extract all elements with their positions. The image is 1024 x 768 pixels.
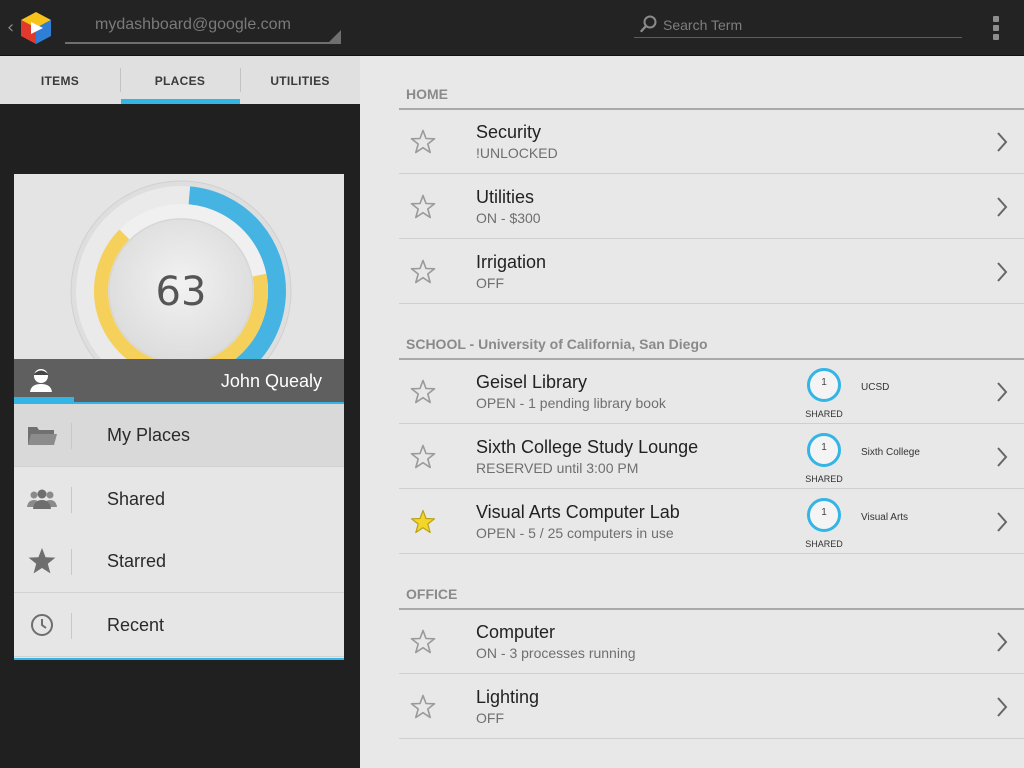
- search-icon: [640, 15, 657, 33]
- item-status: !UNLOCKED: [476, 145, 558, 161]
- avatar-icon: [30, 369, 52, 392]
- profile-card: 63 John Quealy My Places Shared Starred …: [14, 174, 344, 660]
- account-email: mydashboard@google.com: [95, 16, 291, 33]
- tab-selected-indicator: [121, 99, 240, 104]
- star-outline-icon[interactable]: [410, 379, 436, 405]
- shared-label: SHARED: [805, 409, 843, 419]
- tab-items[interactable]: ITEMS: [0, 56, 120, 104]
- list-item[interactable]: Sixth College Study Lounge RESERVED unti…: [399, 424, 1024, 489]
- star-outline-icon[interactable]: [410, 629, 436, 655]
- section-header-label: SCHOOL - University of California, San D…: [406, 336, 708, 352]
- search-field[interactable]: Search Term: [634, 12, 962, 38]
- chevron-right-icon[interactable]: [996, 446, 1008, 468]
- star-outline-icon[interactable]: [410, 444, 436, 470]
- chevron-right-icon[interactable]: [996, 131, 1008, 153]
- section-header-label: OFFICE: [406, 586, 458, 602]
- item-title: Security: [476, 122, 542, 142]
- section-header-label: HOME: [406, 86, 448, 102]
- shared-label: SHARED: [805, 539, 843, 549]
- nav-divider: [71, 487, 72, 513]
- back-chevron-icon[interactable]: ‹: [7, 17, 14, 38]
- chevron-right-icon[interactable]: [996, 261, 1008, 283]
- item-status: OFF: [476, 710, 504, 726]
- list-item[interactable]: Utilities ON - $300: [399, 174, 1024, 239]
- nav-divider: [71, 423, 72, 449]
- item-status: RESERVED until 3:00 PM: [476, 460, 639, 476]
- item-title: Geisel Library: [476, 372, 588, 392]
- nav-item-label: Recent: [107, 615, 165, 635]
- nav-item-label: Starred: [107, 551, 167, 571]
- gauge-ring: [70, 180, 292, 359]
- star-outline-icon[interactable]: [410, 694, 436, 720]
- item-status: ON - $300: [476, 210, 541, 226]
- chevron-right-icon[interactable]: [996, 631, 1008, 653]
- spinner-corner-icon: [329, 30, 341, 42]
- tab-utilities[interactable]: UTILITIES: [240, 56, 360, 104]
- gauge-value: 63: [155, 269, 207, 315]
- app-logo-icon[interactable]: [20, 11, 52, 45]
- account-spinner[interactable]: mydashboard@google.com: [65, 10, 341, 44]
- shared-group: Sixth College: [861, 447, 920, 458]
- item-status: OPEN - 5 / 25 computers in use: [476, 525, 674, 541]
- chevron-right-icon[interactable]: [996, 696, 1008, 718]
- chevron-right-icon[interactable]: [996, 381, 1008, 403]
- nav-item-shared[interactable]: Shared: [14, 468, 344, 531]
- star-outline-icon[interactable]: [410, 194, 436, 220]
- nav-item-label: Shared: [107, 489, 166, 509]
- overflow-menu-icon[interactable]: [988, 14, 1004, 42]
- clock-icon: [31, 614, 53, 636]
- shared-label: SHARED: [805, 474, 843, 484]
- nav-item-my-places[interactable]: My Places: [14, 404, 344, 467]
- shared-count: 1: [821, 442, 827, 453]
- item-title: Computer: [476, 622, 556, 642]
- section-header-school: SCHOOL - University of California, San D…: [399, 332, 1024, 360]
- star-filled-icon[interactable]: [410, 509, 436, 535]
- item-title: Lighting: [476, 687, 540, 707]
- list-item[interactable]: Computer ON - 3 processes running: [399, 609, 1024, 674]
- shared-count: 1: [821, 507, 827, 518]
- star-icon: [28, 548, 56, 574]
- shared-group: UCSD: [861, 382, 890, 393]
- nav-item-recent[interactable]: Recent: [14, 594, 344, 657]
- item-title: Visual Arts Computer Lab: [476, 502, 680, 522]
- nav-item-starred[interactable]: Starred: [14, 530, 344, 593]
- user-name: John Quealy: [220, 371, 322, 391]
- item-title: Irrigation: [476, 252, 547, 272]
- nav-item-label: My Places: [107, 425, 191, 445]
- item-status: ON - 3 processes running: [476, 645, 636, 661]
- list-item[interactable]: Visual Arts Computer Lab OPEN - 5 / 25 c…: [399, 489, 1024, 554]
- list-item[interactable]: Lighting OFF: [399, 674, 1024, 739]
- section-header-office: OFFICE: [399, 582, 1024, 610]
- gauge: 63: [14, 174, 344, 359]
- section-header-home: HOME: [399, 82, 1024, 110]
- star-outline-icon[interactable]: [410, 129, 436, 155]
- item-status: OPEN - 1 pending library book: [476, 395, 666, 411]
- list-item[interactable]: Security !UNLOCKED: [399, 109, 1024, 174]
- search-placeholder: Search Term: [663, 17, 743, 33]
- left-pane: ITEMS PLACES UTILITIES 63 John Quealy My…: [0, 56, 360, 768]
- chevron-right-icon[interactable]: [996, 196, 1008, 218]
- user-bar[interactable]: John Quealy: [14, 359, 344, 402]
- action-bar: ‹ mydashboard@google.com Search Term: [0, 0, 1024, 56]
- nav-divider: [71, 549, 72, 575]
- shared-count: 1: [821, 377, 827, 388]
- places-list: HOME Security !UNLOCKED Utilities ON - $…: [360, 56, 1024, 768]
- tab-places[interactable]: PLACES: [120, 56, 240, 104]
- shared-indicator[interactable]: 1 SHARED: [804, 432, 844, 487]
- tab-bar: ITEMS PLACES UTILITIES: [0, 56, 360, 104]
- folder-icon: [28, 427, 57, 445]
- item-status: OFF: [476, 275, 504, 291]
- chevron-right-icon[interactable]: [996, 511, 1008, 533]
- shared-indicator[interactable]: 1 SHARED: [804, 367, 844, 422]
- list-item[interactable]: Geisel Library OPEN - 1 pending library …: [399, 359, 1024, 424]
- list-item[interactable]: Irrigation OFF: [399, 239, 1024, 304]
- shared-indicator[interactable]: 1 SHARED: [804, 497, 844, 552]
- shared-group: Visual Arts: [861, 512, 909, 523]
- item-title: Utilities: [476, 187, 535, 207]
- nav-divider: [71, 613, 72, 639]
- item-title: Sixth College Study Lounge: [476, 437, 699, 457]
- card-bottom-accent: [14, 658, 344, 660]
- people-icon: [27, 489, 57, 509]
- star-outline-icon[interactable]: [410, 259, 436, 285]
